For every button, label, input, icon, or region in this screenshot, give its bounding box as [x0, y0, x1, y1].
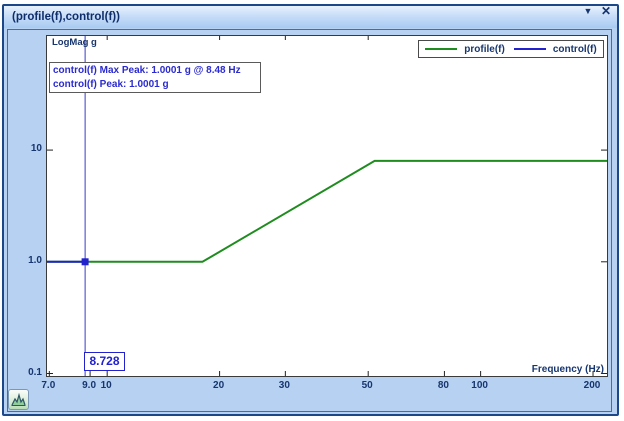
x-tick-label: 30	[270, 380, 298, 391]
window-title: (profile(f),control(f))	[12, 11, 120, 23]
x-tick-label: 7.0	[34, 380, 62, 391]
app-window: (profile(f),control(f)) ▼ ✕ LogMag g Fre…	[0, 0, 624, 421]
x-axis-title: Frequency (Hz)	[532, 364, 604, 375]
plot-type-button[interactable]	[8, 389, 29, 410]
x-tick-label: 80	[429, 380, 457, 391]
window-close-icon[interactable]: ✕	[598, 0, 614, 22]
window-menu-dropdown-icon[interactable]: ▼	[580, 0, 596, 22]
peak-annotation-box: control(f) Max Peak: 1.0001 g @ 8.48 Hz …	[49, 62, 261, 93]
y-tick-label: 0.1	[12, 367, 42, 378]
x-tick-label: 50	[353, 380, 381, 391]
profile-line-swatch	[425, 48, 457, 50]
y-tick-label: 10	[12, 143, 42, 154]
y-axis-units-label: LogMag g	[52, 37, 97, 48]
peak-text: control(f) Peak: 1.0001 g	[53, 78, 257, 92]
legend-item-control: control(f)	[514, 44, 597, 55]
x-tick-label: 10	[92, 380, 120, 391]
legend: profile(f) control(f)	[418, 40, 604, 58]
spectrum-chart-icon	[11, 393, 26, 406]
cursor-marker[interactable]	[82, 258, 89, 265]
window-titlebar[interactable]: (profile(f),control(f))	[4, 6, 617, 28]
x-tick-label: 200	[578, 380, 606, 391]
x-tick-label: 100	[466, 380, 494, 391]
legend-label-control: control(f)	[553, 44, 597, 55]
trace-profilef	[47, 161, 607, 262]
control-line-swatch	[514, 48, 546, 50]
y-tick-label: 1.0	[12, 255, 42, 266]
x-tick-label: 20	[205, 380, 233, 391]
max-peak-text: control(f) Max Peak: 1.0001 g @ 8.48 Hz	[53, 64, 257, 78]
cursor-frequency-readout[interactable]: 8.728	[84, 352, 125, 371]
legend-item-profile: profile(f)	[425, 44, 505, 55]
legend-label-profile: profile(f)	[464, 44, 505, 55]
